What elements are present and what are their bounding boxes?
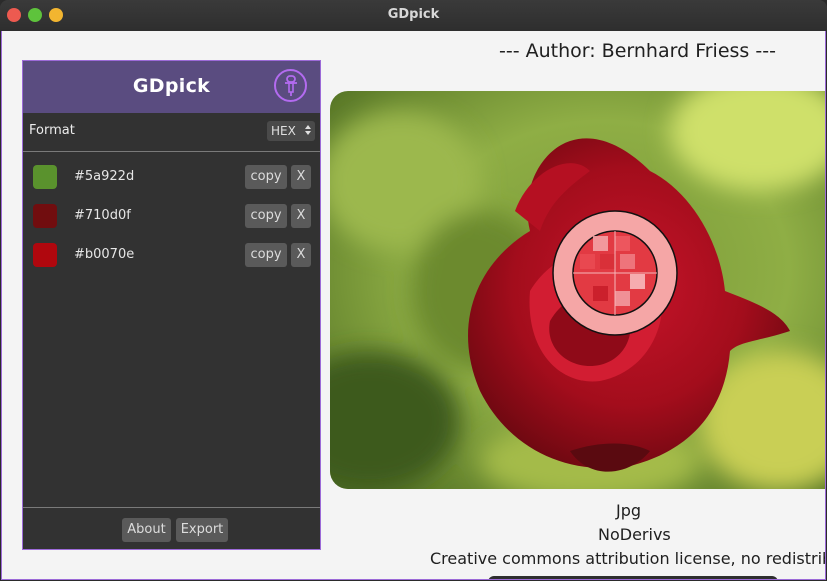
format-label: Format	[29, 123, 75, 138]
remove-color-button[interactable]: X	[291, 204, 311, 228]
color-swatch[interactable]	[33, 204, 57, 228]
color-swatch[interactable]	[33, 165, 57, 189]
copy-button[interactable]: copy	[245, 243, 287, 267]
color-hex: #b0070e	[74, 247, 135, 262]
bottom-scroll-handle[interactable]	[488, 576, 778, 579]
panel-header: GDpick	[23, 61, 320, 113]
format-row: Format HEX	[23, 113, 320, 152]
picker-panel: GDpick Format HEX #5a922d copy X #710d0f…	[22, 60, 321, 550]
color-row: #710d0f copy X	[23, 200, 320, 232]
copy-button[interactable]: copy	[245, 165, 287, 189]
color-row: #5a922d copy X	[23, 161, 320, 193]
remove-color-button[interactable]: X	[291, 165, 311, 189]
format-value: HEX	[271, 124, 296, 138]
color-hex: #5a922d	[74, 169, 135, 184]
image-format: Jpg	[616, 501, 642, 520]
about-button[interactable]: About	[122, 518, 171, 542]
export-button[interactable]: Export	[176, 518, 228, 542]
copy-button[interactable]: copy	[245, 204, 287, 228]
eyedropper-icon	[284, 74, 297, 96]
color-hex: #710d0f	[74, 208, 131, 223]
author-credit: --- Author: Bernhard Friess ---	[499, 40, 776, 62]
image-license-short: NoDerivs	[598, 525, 671, 544]
app-content: GDpick Format HEX #5a922d copy X #710d0f…	[1, 31, 826, 580]
image-license-long: Creative commons attribution license, no…	[430, 549, 825, 568]
color-swatch[interactable]	[33, 243, 57, 267]
color-row: #b0070e copy X	[23, 239, 320, 271]
remove-color-button[interactable]: X	[291, 243, 311, 267]
panel-footer: About Export	[23, 507, 320, 550]
window-title: GDpick	[387, 7, 440, 22]
format-select[interactable]: HEX	[267, 121, 315, 141]
updown-arrows-icon	[305, 124, 311, 139]
eyedropper-button[interactable]	[274, 69, 307, 102]
window-titlebar[interactable]: GDpick	[0, 0, 827, 31]
rose-photo[interactable]	[330, 91, 825, 489]
